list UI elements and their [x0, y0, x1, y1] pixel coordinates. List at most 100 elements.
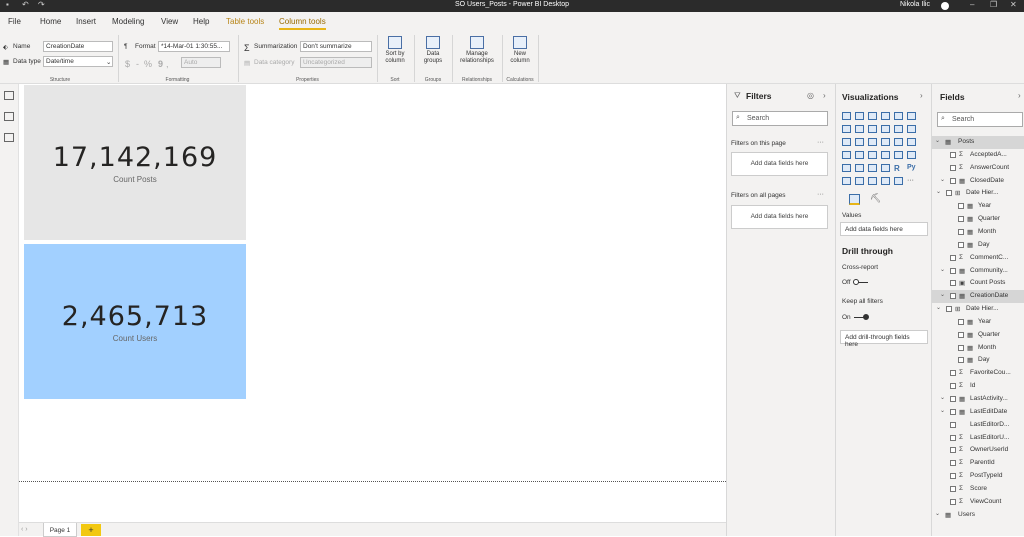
clustered-column-icon[interactable] — [881, 112, 890, 120]
checkbox[interactable] — [950, 164, 956, 171]
eye-icon[interactable]: ◎ — [807, 91, 814, 100]
checkbox[interactable] — [958, 357, 964, 364]
page-filter-well[interactable]: Add data fields here — [731, 152, 828, 176]
more-icon[interactable]: ··· — [817, 139, 824, 146]
checkbox[interactable] — [950, 267, 956, 274]
matrix-icon[interactable] — [881, 164, 890, 172]
decimal-places-field[interactable]: Auto — [181, 57, 221, 68]
table-node[interactable]: ⌄ ▦ Posts — [932, 136, 1024, 149]
checkbox[interactable] — [950, 370, 956, 377]
chevron-down-icon[interactable]: ⌄ — [935, 137, 940, 144]
field-item[interactable]: ▦ Year — [932, 316, 1024, 329]
field-item[interactable]: Σ CommentC... — [932, 252, 1024, 265]
checkbox[interactable] — [958, 344, 964, 351]
chevron-down-icon[interactable]: ⌄ — [935, 510, 940, 517]
menu-table-tools[interactable]: Table tools — [226, 17, 264, 26]
field-item[interactable]: ⌄ ▦ CreationDate — [932, 290, 1024, 304]
slicer-icon[interactable] — [855, 164, 864, 172]
scatter-icon[interactable] — [868, 138, 877, 146]
field-item[interactable]: ▦ Quarter — [932, 213, 1024, 226]
field-item[interactable]: ▣ Count Posts — [932, 277, 1024, 290]
field-item[interactable]: ⌄ ⊞ Date Hier... — [932, 303, 1024, 316]
tab-page-1[interactable]: Page 1 — [43, 523, 77, 537]
treemap-icon[interactable] — [907, 138, 916, 146]
report-view-icon[interactable] — [4, 91, 14, 100]
field-item[interactable]: ▦ Day — [932, 239, 1024, 252]
card-visual-users[interactable]: 2,465,713 Count Users — [24, 244, 246, 399]
add-page-button[interactable]: + — [81, 524, 101, 536]
model-view-icon[interactable] — [4, 133, 14, 142]
field-item[interactable]: ▦ Month — [932, 226, 1024, 239]
shape-map-icon[interactable] — [868, 151, 877, 159]
checkbox[interactable] — [950, 408, 956, 415]
category-select[interactable]: Uncategorized — [300, 57, 372, 68]
decimals-button[interactable]: 9 — [158, 59, 163, 69]
gauge-icon[interactable] — [881, 151, 890, 159]
ribbon-chart-icon[interactable] — [907, 125, 916, 133]
checkbox[interactable] — [950, 383, 956, 390]
clustered-bar-icon[interactable] — [868, 112, 877, 120]
stacked-column-icon[interactable] — [855, 112, 864, 120]
field-item[interactable]: Σ ParentId — [932, 457, 1024, 470]
values-well[interactable]: Add data fields here — [840, 222, 928, 236]
field-item[interactable]: Σ ViewCount — [932, 496, 1024, 509]
drill-through-well[interactable]: Add drill-through fields here — [840, 330, 928, 348]
field-item[interactable]: Σ OwnerUserId — [932, 444, 1024, 457]
checkbox[interactable] — [950, 498, 956, 505]
cross-report-toggle[interactable]: Off — [842, 278, 868, 286]
card-visual-posts[interactable]: 17,142,169 Count Posts — [24, 85, 246, 240]
sort-by-column-button[interactable]: Sort by column — [380, 36, 410, 65]
user-name[interactable]: Nikola Ilic — [900, 1, 930, 8]
field-item[interactable]: Σ Id — [932, 380, 1024, 393]
menu-file[interactable]: File — [8, 17, 21, 26]
line-clustered-icon[interactable] — [894, 125, 903, 133]
menu-insert[interactable]: Insert — [76, 17, 96, 26]
field-item[interactable]: ⌄ ▦ LastActivity... — [932, 393, 1024, 406]
kpi-icon[interactable] — [842, 164, 851, 172]
checkbox[interactable] — [950, 434, 956, 441]
field-item[interactable]: ▦ Month — [932, 342, 1024, 355]
field-item[interactable]: Σ AnswerCount — [932, 162, 1024, 175]
menu-column-tools[interactable]: Column tools — [279, 17, 326, 30]
line-chart-icon[interactable] — [842, 125, 851, 133]
checkbox[interactable] — [950, 151, 956, 158]
checkbox[interactable] — [958, 216, 964, 223]
chevron-down-icon[interactable]: ⌄ — [936, 304, 941, 311]
filters-search-input[interactable]: ⌕ Search — [732, 111, 828, 126]
checkbox[interactable] — [950, 396, 956, 402]
field-item[interactable]: ▦ Year — [932, 200, 1024, 213]
summarization-select[interactable]: Don't summarize — [300, 41, 372, 52]
fields-well-icon[interactable] — [849, 194, 860, 205]
qna-icon[interactable] — [868, 177, 877, 185]
stacked-area-icon[interactable] — [868, 125, 877, 133]
checkbox[interactable] — [958, 318, 964, 325]
waterfall-icon[interactable] — [842, 138, 851, 146]
chevron-down-icon[interactable]: ⌄ — [936, 188, 941, 195]
checkbox[interactable] — [958, 331, 964, 338]
field-item[interactable]: Σ Score — [932, 483, 1024, 496]
r-visual-icon[interactable]: R — [894, 164, 903, 173]
chevron-down-icon[interactable]: ⌄ — [940, 291, 945, 298]
field-item[interactable]: LastEditorD... — [932, 419, 1024, 432]
pie-icon[interactable] — [881, 138, 890, 146]
stacked-column-100-icon[interactable] — [907, 112, 916, 120]
collapse-icon[interactable]: › — [823, 91, 826, 100]
funnel-chart-icon[interactable] — [855, 138, 864, 146]
decomposition-tree-icon[interactable] — [855, 177, 864, 185]
restore-icon[interactable]: ❐ — [990, 0, 997, 9]
line-column-icon[interactable] — [881, 125, 890, 133]
arcgis-icon[interactable] — [894, 177, 903, 185]
python-visual-icon[interactable]: Py — [907, 164, 916, 172]
close-icon[interactable]: ✕ — [1010, 0, 1017, 9]
collapse-icon[interactable]: › — [920, 91, 923, 100]
smart-narrative-icon[interactable] — [881, 177, 890, 185]
checkbox[interactable] — [950, 447, 956, 454]
card-icon[interactable] — [894, 151, 903, 159]
checkbox[interactable] — [958, 228, 964, 235]
keep-filters-toggle[interactable]: On — [842, 313, 869, 321]
checkbox[interactable] — [950, 485, 956, 492]
filled-map-icon[interactable] — [855, 151, 864, 159]
collapse-icon[interactable]: › — [1018, 91, 1021, 100]
checkbox[interactable] — [946, 190, 952, 197]
chevron-down-icon[interactable]: ⌄ — [940, 407, 945, 414]
